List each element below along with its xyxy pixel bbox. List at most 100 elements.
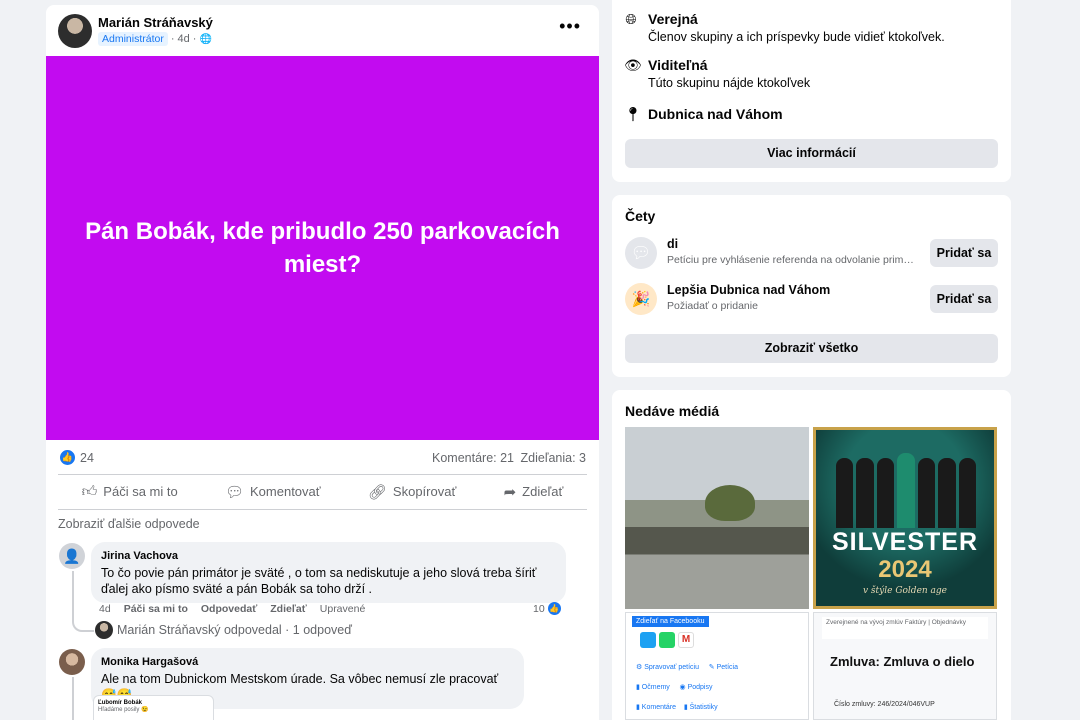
comment-like-button[interactable]: Páči sa mi to (124, 603, 188, 615)
comment-image[interactable]: Ľubomír Bobák Hľadáme posily 😉 (93, 695, 214, 720)
comment-label: Komentovať (250, 484, 321, 499)
copy-label: Skopírovať (392, 484, 457, 499)
chats-title: Čety (625, 208, 656, 224)
post-banner[interactable]: Pán Bobák, kde pribudlo 250 parkovacích … (46, 56, 599, 440)
location-pin-icon: 📍︎ (624, 106, 642, 122)
tree-shape (705, 485, 755, 521)
comment-reaction-count: 10 (533, 602, 545, 615)
privacy-row: 🌐︎ Verejná Členov skupiny a ich príspevk… (624, 11, 945, 44)
like-label: Páči sa mi to (103, 484, 178, 499)
twitter-icon (640, 632, 656, 648)
post-meta: Administrátor · 4d · 🌐 (98, 32, 212, 46)
people-silhouettes (836, 448, 976, 528)
share-label: Zdieľať (522, 484, 564, 499)
fb-share-label: Zdieľať na Facebooku (632, 616, 709, 627)
visibility-desc: Túto skupinu nájde ktokoľvek (648, 76, 811, 90)
shares-count[interactable]: Zdieľania: 3 (521, 451, 587, 465)
post-stats: 👍 24 Komentáre: 21 Zdieľania: 3 (46, 445, 599, 473)
join-chat-button[interactable]: Pridať sa (930, 285, 998, 313)
comment-reply-button[interactable]: Odpovedať (201, 603, 257, 615)
comment-time[interactable]: 4d (99, 603, 111, 615)
chat-desc: Požiadať o pridanie (667, 300, 758, 312)
chat-item[interactable]: 🎉 Lepšia Dubnica nad Váhom Požiadať o pr… (625, 279, 998, 319)
privacy-title: Verejná (648, 11, 698, 27)
chat-name: Lepšia Dubnica nad Váhom (667, 283, 831, 297)
more-info-button[interactable]: Viac informácií (625, 139, 998, 168)
contract-number: Číslo zmluvy: 246/2024/046VUP (834, 701, 935, 708)
visibility-row: 👁︎ Viditeľná Túto skupinu nájde ktokoľve… (624, 57, 810, 90)
reply-author-avatar (95, 621, 113, 639)
comment-bubble: Jirina Vachova To čo povie pán primátor … (91, 542, 566, 603)
petition-stats: ▮ Komentáre ▮ Štatistiky (636, 704, 718, 711)
comment-actions: 4d Páči sa mi to Odpovedať Zdieľať Uprav… (99, 603, 365, 615)
location-text[interactable]: Dubnica nad Váhom (648, 106, 783, 123)
mail-icon: M (678, 632, 694, 648)
share-button[interactable]: ➦ Zdieľať (494, 479, 574, 505)
whatsapp-icon (659, 632, 675, 648)
commenter-name[interactable]: Monika Hargašová (101, 654, 514, 670)
meta-sep: · (170, 33, 175, 45)
comment-reactions[interactable]: 10 👍 (533, 602, 561, 615)
about-card: 🌐︎ Verejná Členov skupiny a ich príspevk… (612, 0, 1011, 182)
thumbs-up-icon: 👍︎ (81, 482, 98, 500)
eye-icon: 👁︎ (624, 57, 642, 73)
visibility-title: Viditeľná (648, 57, 708, 73)
reply-count: · 1 odpoveď (285, 623, 352, 637)
like-count[interactable]: 24 (80, 451, 94, 465)
recent-media-card: Nedáve médiá SILVESTER 2024 v štýle Gold… (612, 390, 1011, 720)
chat-item[interactable]: 💬︎ di Petíciu pre vyhlásenie referenda n… (625, 233, 998, 273)
post-author[interactable]: Marián Stráňavský (98, 15, 213, 30)
silvester-title: SILVESTER (831, 528, 979, 556)
location-row: 📍︎ Dubnica nad Váhom (624, 106, 783, 123)
divider (58, 509, 587, 510)
like-reaction-icon[interactable]: 👍 (60, 450, 75, 465)
chat-name: di (667, 237, 679, 251)
comment-button[interactable]: 💬︎ Komentovať (215, 479, 331, 505)
contract-header: Zverejnené na vývoj zmlúv Faktúry | Obje… (822, 617, 988, 639)
share-icon: ➦ (503, 483, 517, 501)
image-subtext: Hľadáme posily 😉 (98, 707, 149, 713)
show-all-button[interactable]: Zobraziť všetko (625, 334, 998, 363)
manage-petition: ⚙ Spravovať petíciu ✎ Petícia (636, 664, 738, 671)
media-title: Nedáve médiá (625, 403, 720, 419)
media-photo-silvester[interactable]: SILVESTER 2024 v štýle Golden age (813, 427, 997, 609)
more-replies-link[interactable]: Zobraziť ďalšie odpovede (58, 517, 200, 531)
post-actions: 👍︎ Páči sa mi to 💬︎ Komentovať 🔗︎ Skopír… (58, 475, 587, 508)
commenter-avatar[interactable]: 👤 (59, 543, 85, 569)
contract-title: Zmluva: Zmluva o dielo (830, 654, 975, 669)
media-petition-screenshot[interactable]: Zdieľať na Facebooku M ⚙ Spravovať petíc… (625, 612, 809, 720)
thread-line (72, 677, 74, 720)
join-chat-button[interactable]: Pridať sa (930, 239, 998, 267)
comments-count[interactable]: Komentáre: 21 (432, 451, 514, 465)
comment-edited-label: Upravené (319, 603, 366, 615)
party-icon: 🎉 (625, 283, 657, 315)
chat-bubble-icon: 💬︎ (625, 237, 657, 269)
admin-badge: Administrátor (98, 32, 168, 46)
link-icon: 🔗︎ (367, 483, 387, 501)
like-reaction-icon: 👍 (547, 602, 561, 615)
media-contract-screenshot[interactable]: Zverejnené na vývoj zmlúv Faktúry | Obje… (813, 612, 997, 720)
author-avatar[interactable] (58, 14, 92, 48)
post-time[interactable]: 4d (178, 33, 190, 45)
more-options-icon[interactable]: ••• (559, 16, 581, 37)
like-button[interactable]: 👍︎ Páči sa mi to (72, 479, 188, 505)
silvester-subtitle: v štýle Golden age (862, 586, 947, 596)
post-header: Marián Stráňavský Administrátor · 4d · 🌐… (46, 5, 599, 56)
banner-text: Pán Bobák, kde pribudlo 250 parkovacích … (85, 218, 560, 278)
media-photo-landscape[interactable] (625, 427, 809, 609)
commenter-avatar[interactable] (59, 649, 85, 675)
comment-icon: 💬︎ (224, 483, 244, 501)
globe-icon: 🌐︎ (625, 11, 637, 27)
commenter-name[interactable]: Jirina Vachova (101, 548, 556, 564)
globe-icon: 🌐 (199, 33, 212, 45)
privacy-desc: Členov skupiny a ich príspevky bude vidi… (648, 30, 945, 44)
silvester-year: 2024 (878, 556, 932, 583)
petition-counts: ▮ Očmemy ◉ Podpisy (636, 684, 713, 691)
copy-button[interactable]: 🔗︎ Skopírovať (358, 479, 466, 505)
reply-author: Marián Stráňavský odpovedal (117, 623, 282, 637)
comment-text: To čo povie pán primátor je sväté , o to… (101, 566, 537, 596)
post-card: Marián Stráňavský Administrátor · 4d · 🌐… (46, 5, 599, 720)
comment-share-button[interactable]: Zdieľať (270, 603, 307, 615)
share-icons: M (640, 632, 694, 648)
view-replies-link[interactable]: Marián Stráňavský odpovedal · 1 odpoveď (117, 623, 352, 637)
